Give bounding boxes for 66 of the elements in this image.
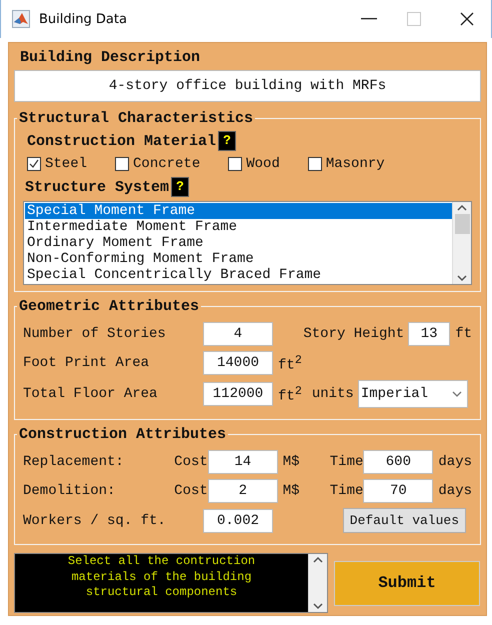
submit-button[interactable]: Submit: [334, 560, 480, 606]
story-height-field[interactable]: 13: [408, 322, 450, 346]
total-floor-area-field[interactable]: 112000: [203, 382, 273, 406]
time-label: Time: [330, 454, 364, 470]
checkbox[interactable]: [115, 157, 130, 171]
foot-print-area-field[interactable]: 14000: [203, 351, 273, 375]
field-label: Story Height: [303, 326, 404, 342]
checkbox[interactable]: [308, 157, 322, 171]
cost-field[interactable]: 14: [208, 450, 278, 474]
cost-field[interactable]: 2: [208, 479, 278, 503]
checkbox[interactable]: [228, 157, 242, 171]
section-heading: Building Description: [20, 49, 200, 66]
list-item[interactable]: Special Concentrically Braced Frame: [25, 267, 452, 283]
field-label: units: [312, 386, 354, 402]
panel-title: Structural Characteristics: [18, 110, 254, 127]
time-field[interactable]: 70: [363, 479, 434, 503]
minimize-icon[interactable]: [361, 18, 377, 20]
time-field[interactable]: 600: [363, 450, 434, 474]
help-button[interactable]: ?: [171, 177, 190, 197]
message-text: Select all the contruction materials of the building structural components: [66, 554, 256, 601]
unit-label: days: [438, 483, 472, 499]
workers-field[interactable]: 0.002: [203, 508, 273, 532]
time-label: Time: [330, 483, 364, 499]
default-values-button[interactable]: Default values: [342, 508, 466, 533]
field-label: Workers / sq. ft.: [23, 512, 166, 528]
field-label: Number of Stories: [23, 326, 166, 342]
list-item[interactable]: Special Moment Frame: [25, 203, 452, 219]
window-title: Building Data: [39, 12, 128, 26]
scrollbar[interactable]: [452, 202, 471, 284]
field-label: Foot Print Area: [23, 355, 150, 371]
list-item[interactable]: Non-Conforming Moment Frame: [25, 251, 452, 267]
unit-label: days: [438, 454, 472, 470]
scrollbar[interactable]: [308, 554, 327, 612]
scroll-down-icon[interactable]: [457, 274, 467, 282]
dropdown-caret-icon[interactable]: [452, 390, 462, 398]
list-item[interactable]: Intermediate Moment Frame: [25, 219, 452, 235]
description-field[interactable]: 4-story office building with MRFs: [14, 70, 481, 102]
section-heading: Construction Material: [27, 132, 216, 150]
cost-label: Cost: [174, 454, 208, 470]
panel-title: Geometric Attributes: [18, 298, 200, 315]
checkbox-label: Steel: [45, 156, 88, 172]
unit-label: ft$^{2}$: [278, 384, 302, 404]
row-label: Demolition:: [23, 483, 116, 499]
stories-field[interactable]: 4: [203, 322, 273, 346]
help-button[interactable]: ?: [218, 131, 236, 151]
unit-label: M$: [282, 483, 300, 499]
scroll-thumb[interactable]: [454, 214, 470, 234]
scroll-down-icon[interactable]: [313, 602, 323, 610]
scroll-up-icon[interactable]: [313, 556, 323, 564]
scroll-up-icon[interactable]: [457, 204, 467, 212]
unit-label: ft: [455, 326, 472, 342]
checkbox-label: Concrete: [133, 156, 200, 172]
app-logo-icon: [12, 10, 30, 28]
unit-label: ft$^{2}$: [278, 352, 302, 374]
list-item[interactable]: Ordinary Moment Frame: [25, 235, 452, 251]
field-label: Total Floor Area: [23, 386, 158, 402]
checkbox-label: Wood: [246, 156, 280, 172]
checkbox[interactable]: [27, 157, 41, 171]
cost-label: Cost: [174, 483, 208, 499]
close-icon[interactable]: [460, 12, 474, 26]
unit-label: M$: [282, 454, 300, 470]
checkbox-label: Masonry: [326, 156, 385, 172]
panel-title: Construction Attributes: [18, 426, 228, 443]
section-heading: Structure System: [25, 178, 170, 196]
units-dropdown[interactable]: Imperial: [358, 380, 468, 408]
row-label: Replacement:: [23, 454, 124, 470]
